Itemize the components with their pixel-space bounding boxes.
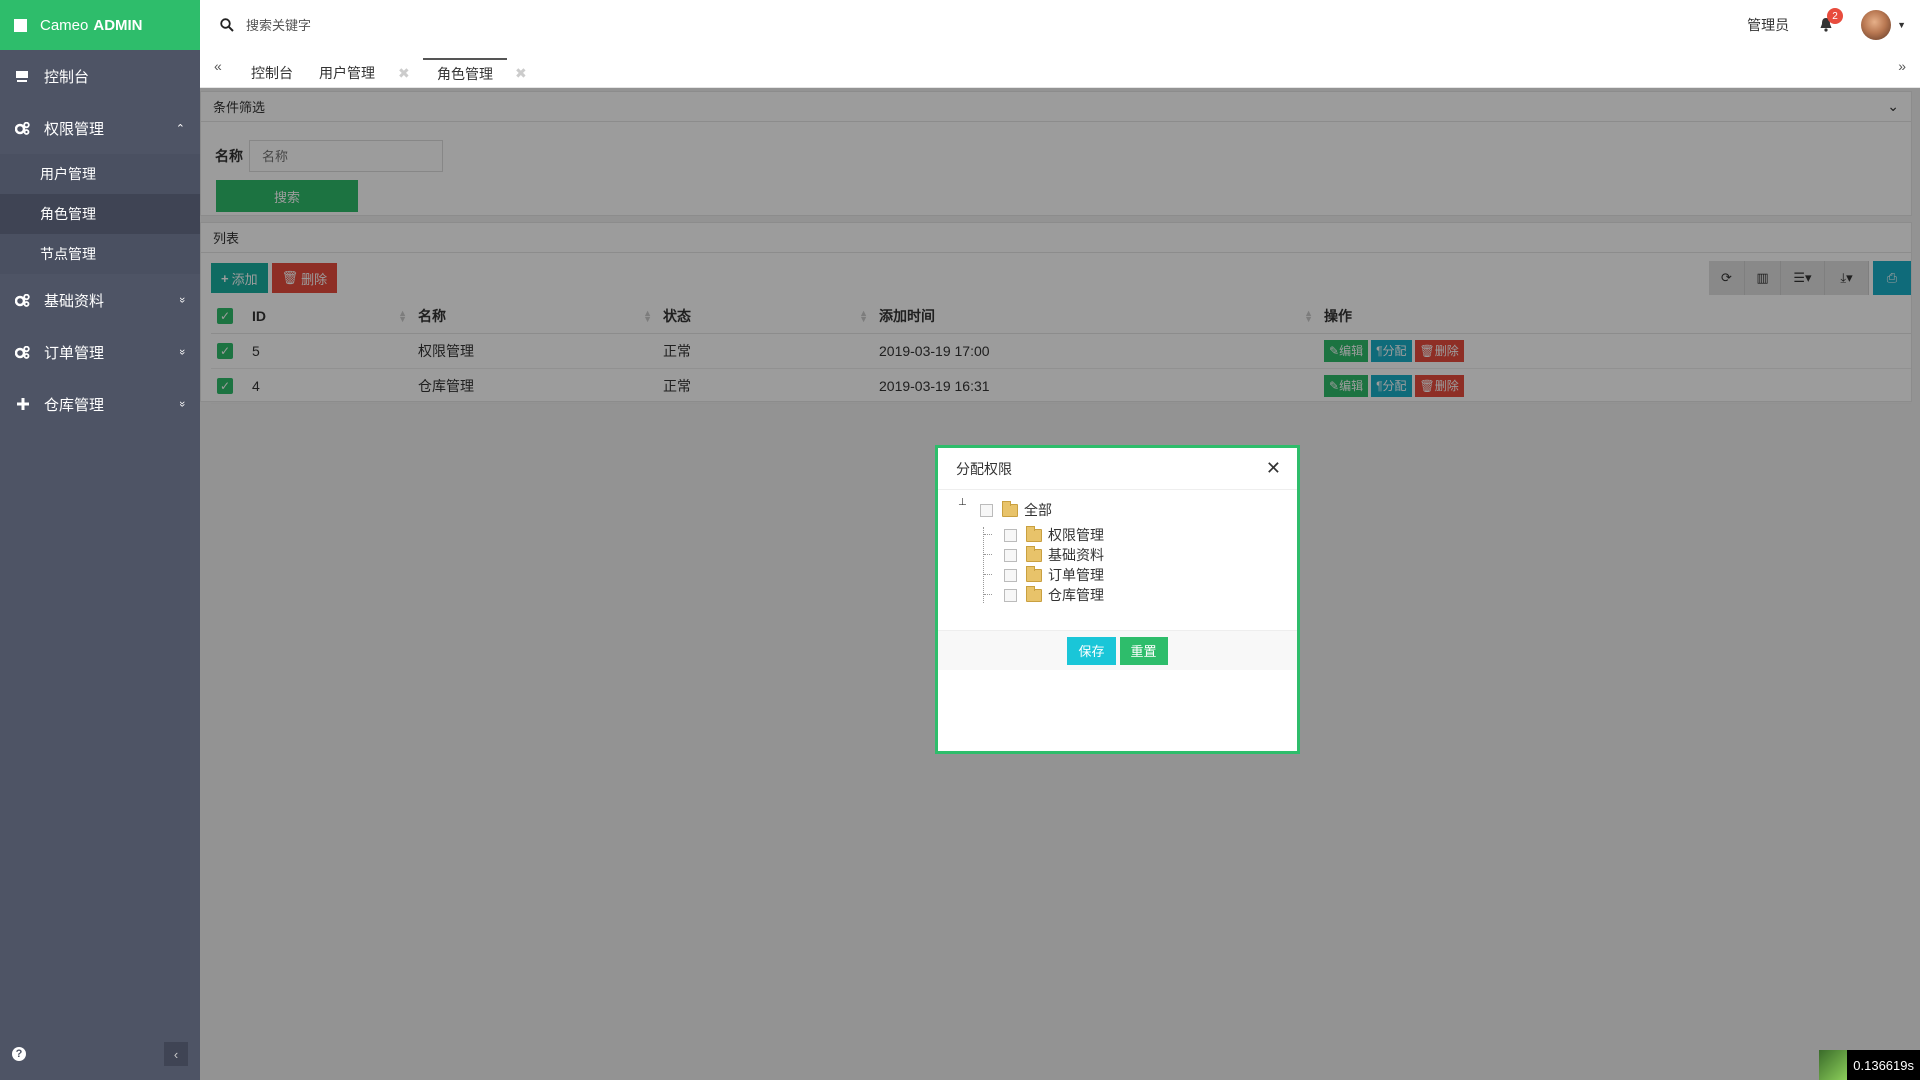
gears-icon	[15, 293, 30, 308]
sidebar-subitem-nodes[interactable]: 节点管理	[0, 234, 200, 274]
folder-icon	[1026, 565, 1042, 582]
sidebar-subitem-roles[interactable]: 角色管理	[0, 194, 200, 234]
tree-expand-icon[interactable]: ⊥	[958, 497, 967, 508]
debug-logo-icon[interactable]	[1819, 1050, 1848, 1080]
tree-connector	[984, 554, 992, 555]
tree-connector	[984, 534, 992, 535]
caret-down-icon[interactable]: ▼	[1897, 20, 1906, 30]
sidebar-subitem-users[interactable]: 用户管理	[0, 154, 200, 194]
sidebar-item-dashboard[interactable]: 控制台	[0, 50, 200, 102]
tree-node-label[interactable]: 订单管理	[1048, 565, 1104, 585]
chevron-double-down-icon: »	[175, 348, 188, 356]
brand-logo[interactable]: Cameo ADMIN	[0, 0, 200, 50]
search-icon[interactable]	[220, 18, 234, 32]
tree-node-label[interactable]: 全部	[1024, 500, 1052, 520]
tree-node: 订单管理	[1004, 565, 1104, 585]
search-input[interactable]	[246, 17, 446, 33]
tab-close-icon[interactable]: ✖	[398, 65, 410, 82]
tab-prev-button[interactable]: «	[214, 58, 222, 74]
tab-users[interactable]: 用户管理	[319, 58, 375, 88]
folder-icon	[1026, 585, 1042, 602]
tree-checkbox[interactable]	[1004, 548, 1017, 562]
save-button[interactable]: 保存	[1067, 636, 1116, 665]
tab-roles[interactable]: 角色管理	[423, 58, 507, 88]
dialog-title: 分配权限 ✕	[938, 448, 1297, 490]
assign-permission-dialog: 分配权限 ✕ ⊥ 全部 权限管理 基础资料 订单管理 仓库管理 保存 重置	[935, 445, 1300, 754]
top-bar: 管理员 2 ▼	[200, 0, 1920, 50]
tree-node: 仓库管理	[1004, 585, 1104, 605]
folder-open-icon	[1002, 500, 1018, 517]
help-icon[interactable]: ?	[12, 1047, 26, 1061]
sidebar: Cameo ADMIN 控制台 权限管理 ⌃ 用户管理 角色管理 节点管理 基础资…	[0, 0, 200, 1080]
dialog-title-text: 分配权限	[956, 460, 1012, 477]
global-search	[200, 17, 446, 33]
permission-tree: ⊥ 全部 权限管理 基础资料 订单管理 仓库管理	[938, 490, 1297, 630]
brand-name: Cameo	[40, 16, 89, 34]
tree-checkbox[interactable]	[980, 503, 993, 517]
tree-connector	[984, 574, 992, 575]
close-icon[interactable]: ✕	[1266, 458, 1281, 479]
avatar[interactable]	[1861, 10, 1892, 40]
notification-badge: 2	[1827, 8, 1844, 24]
timer-value: 0.136619s	[1847, 1050, 1920, 1080]
sidebar-item-label: 权限管理	[44, 120, 105, 138]
tree-connector	[984, 594, 992, 595]
tab-close-icon[interactable]: ✖	[515, 65, 527, 82]
chevron-double-down-icon: »	[175, 296, 188, 304]
tree-checkbox[interactable]	[1004, 528, 1017, 542]
user-name[interactable]: 管理员	[1747, 15, 1789, 35]
notification-bell[interactable]: 2	[1819, 8, 1844, 33]
sidebar-item-orders[interactable]: 订单管理 »	[0, 326, 200, 378]
folder-icon	[1026, 545, 1042, 562]
brand-suffix: ADMIN	[93, 16, 143, 34]
tree-node: 权限管理	[1004, 525, 1104, 545]
tree-node-label[interactable]: 基础资料	[1048, 545, 1104, 565]
tab-dashboard[interactable]: 控制台	[251, 58, 293, 88]
sidebar-item-permission[interactable]: 权限管理 ⌃	[0, 102, 200, 154]
plus-icon	[15, 397, 30, 412]
sidebar-submenu: 用户管理 角色管理 节点管理	[0, 154, 200, 274]
sidebar-footer: ? ‹	[0, 1028, 200, 1080]
tree-checkbox[interactable]	[1004, 568, 1017, 582]
sidebar-item-warehouse[interactable]: 仓库管理 »	[0, 378, 200, 430]
debug-timer: 0.136619s	[1819, 1050, 1920, 1080]
folder-icon	[1026, 525, 1042, 542]
brand-square-icon	[14, 18, 27, 32]
sidebar-item-label: 控制台	[44, 68, 90, 86]
tree-connector	[983, 527, 984, 603]
dashboard-icon	[15, 69, 30, 84]
tree-node-root: 全部	[980, 500, 1052, 520]
tree-node-label[interactable]: 仓库管理	[1048, 585, 1104, 605]
gears-icon	[15, 121, 30, 136]
sidebar-collapse-button[interactable]: ‹	[164, 1042, 188, 1066]
sidebar-item-basic-data[interactable]: 基础资料 »	[0, 274, 200, 326]
tab-bar: « 控制台 用户管理 ✖ 角色管理 ✖ »	[200, 50, 1920, 88]
reset-button[interactable]: 重置	[1119, 636, 1168, 665]
sidebar-item-label: 订单管理	[44, 344, 105, 362]
dialog-footer: 保存 重置	[938, 630, 1297, 670]
top-right-area: 管理员 2 ▼	[1747, 0, 1920, 50]
gears-icon	[15, 345, 30, 360]
tab-next-button[interactable]: »	[1898, 58, 1906, 74]
chevron-double-down-icon: »	[175, 400, 188, 408]
tree-node: 基础资料	[1004, 545, 1104, 565]
sidebar-item-label: 仓库管理	[44, 396, 105, 414]
tree-checkbox[interactable]	[1004, 588, 1017, 602]
tree-node-label[interactable]: 权限管理	[1048, 525, 1104, 545]
chevron-up-icon: ⌃	[175, 122, 185, 135]
sidebar-item-label: 基础资料	[44, 292, 105, 310]
